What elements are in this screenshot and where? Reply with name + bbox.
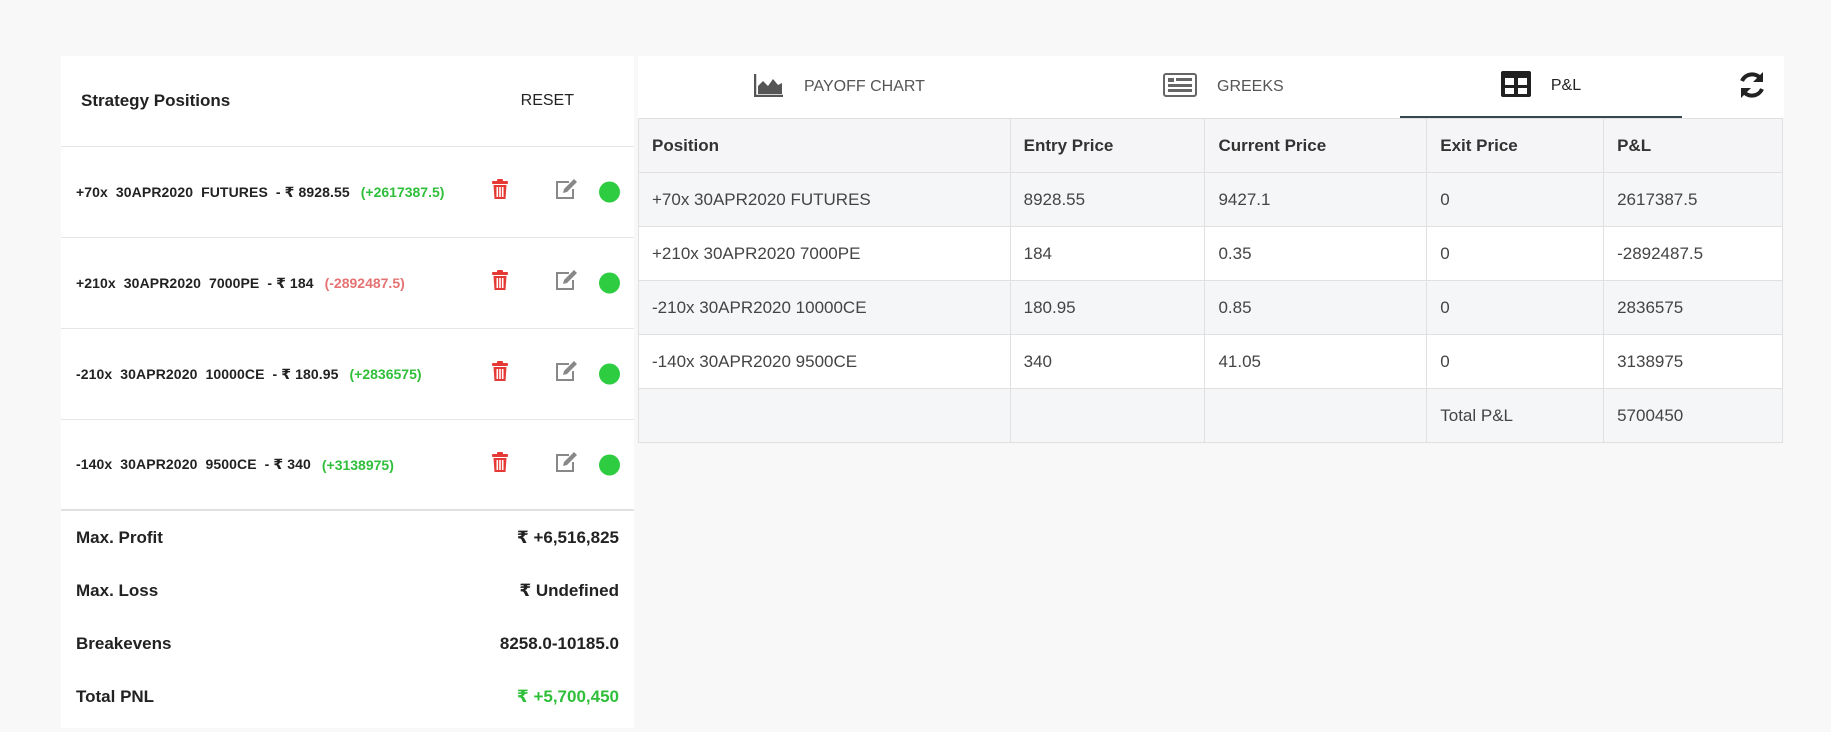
table-cell	[1009, 388, 1206, 443]
delete-icon[interactable]	[491, 361, 509, 387]
table-cell: 3138975	[1603, 334, 1783, 389]
summary-label: Breakevens	[76, 633, 172, 653]
table-cell: -210x 30APR2020 10000CE	[638, 280, 1011, 335]
summary-label: Total PNL	[76, 686, 155, 706]
status-indicator[interactable]	[599, 181, 620, 203]
table-cell: -140x 30APR2020 9500CE	[638, 334, 1011, 389]
summary-value: ₹ +5,700,450	[516, 686, 619, 706]
max-loss-row: Max. Loss ₹ Undefined	[76, 564, 619, 617]
delete-icon[interactable]	[491, 270, 509, 296]
column-header: P&L	[1603, 118, 1783, 173]
strategy-positions-panel: Strategy Positions RESET +70x 30APR2020 …	[61, 56, 634, 728]
position-row: +210x 30APR2020 7000PE - ₹ 184 (-2892487…	[61, 238, 634, 329]
summary-value: 8258.0-10185.0	[499, 633, 619, 653]
position-label: -210x 30APR2020 10000CE - ₹ 180.95	[76, 365, 339, 382]
edit-icon[interactable]	[554, 451, 578, 478]
table-cell: 0	[1426, 226, 1605, 281]
position-row: +70x 30APR2020 FUTURES - ₹ 8928.55 (+261…	[61, 147, 634, 238]
total-pnl-label: Total P&L	[1426, 388, 1605, 443]
delete-icon[interactable]	[491, 179, 509, 205]
position-pnl: (+2617387.5)	[360, 184, 445, 200]
table-cell: 0.85	[1204, 280, 1428, 335]
reset-button[interactable]: RESET	[521, 92, 574, 110]
position-row: -140x 30APR2020 9500CE - ₹ 340 (+3138975…	[61, 420, 634, 511]
tab-pnl[interactable]: P&L	[1400, 56, 1682, 118]
column-header: Exit Price	[1426, 118, 1605, 173]
table-cell: 2617387.5	[1603, 172, 1783, 227]
pnl-table: Position Entry Price Current Price Exit …	[638, 118, 1783, 443]
tab-payoff-chart[interactable]: PAYOFF CHART	[753, 56, 925, 118]
strategy-summary: Max. Profit ₹ +6,516,825 Max. Loss ₹ Und…	[61, 511, 634, 723]
position-pnl: (-2892487.5)	[324, 275, 405, 291]
column-header: Position	[638, 118, 1011, 173]
table-row: -210x 30APR2020 10000CE 180.95 0.85 0 28…	[638, 280, 1783, 335]
position-label: -140x 30APR2020 9500CE - ₹ 340	[76, 456, 311, 472]
breakevens-row: Breakevens 8258.0-10185.0	[76, 617, 619, 670]
table-cell: +70x 30APR2020 FUTURES	[638, 172, 1011, 227]
column-header: Entry Price	[1009, 118, 1206, 173]
table-cell: 0	[1426, 334, 1605, 389]
table-cell: 0	[1426, 172, 1605, 227]
summary-value: ₹ Undefined	[519, 580, 619, 600]
position-label: +70x 30APR2020 FUTURES - ₹ 8928.55	[76, 183, 350, 200]
table-row: +210x 30APR2020 7000PE 184 0.35 0 -28924…	[638, 226, 1783, 281]
delete-icon[interactable]	[491, 451, 509, 478]
tab-label: P&L	[1550, 77, 1582, 94]
table-cell: 0.35	[1204, 226, 1428, 281]
status-indicator[interactable]	[599, 454, 620, 475]
tab-bar: PAYOFF CHART GREEKS P&L	[638, 56, 1784, 118]
position-pnl: (+3138975)	[321, 456, 394, 473]
total-pnl-value: 5700450	[1603, 388, 1783, 443]
max-profit-row: Max. Profit ₹ +6,516,825	[76, 511, 619, 564]
panel-title: Strategy Positions	[81, 91, 231, 110]
table-icon	[1500, 70, 1531, 102]
list-icon	[1163, 72, 1197, 102]
edit-icon[interactable]	[554, 270, 578, 296]
total-pnl-row: Total PNL ₹ +5,700,450	[76, 670, 619, 723]
table-cell: 340	[1009, 334, 1206, 389]
table-cell: +210x 30APR2020 7000PE	[638, 226, 1011, 281]
table-row: +70x 30APR2020 FUTURES 8928.55 9427.1 0 …	[638, 172, 1783, 227]
table-row: -140x 30APR2020 9500CE 340 41.05 0 31389…	[638, 334, 1783, 389]
table-cell	[1204, 388, 1428, 443]
status-indicator[interactable]	[599, 363, 620, 385]
summary-label: Max. Profit	[76, 527, 163, 547]
column-header: Current Price	[1204, 118, 1428, 173]
summary-label: Max. Loss	[76, 580, 159, 600]
tab-greeks[interactable]: GREEKS	[1163, 56, 1284, 118]
table-header-row: Position Entry Price Current Price Exit …	[638, 118, 1783, 173]
table-cell: 180.95	[1009, 280, 1206, 335]
area-chart-icon	[753, 73, 784, 102]
position-label: +210x 30APR2020 7000PE - ₹ 184	[76, 274, 314, 291]
table-cell	[638, 388, 1011, 443]
total-row: Total P&L 5700450	[638, 388, 1783, 443]
table-cell: 41.05	[1204, 334, 1428, 389]
refresh-icon[interactable]	[1736, 69, 1768, 106]
table-cell: 184	[1009, 226, 1206, 281]
table-cell: 8928.55	[1009, 172, 1206, 227]
edit-icon[interactable]	[554, 361, 578, 387]
tab-label: PAYOFF CHART	[804, 78, 925, 95]
position-pnl: (+2836575)	[349, 366, 422, 382]
tab-label: GREEKS	[1217, 78, 1284, 95]
table-cell: -2892487.5	[1603, 226, 1783, 281]
edit-icon[interactable]	[554, 179, 578, 205]
table-cell: 0	[1426, 280, 1605, 335]
status-indicator[interactable]	[599, 272, 620, 294]
panel-header: Strategy Positions RESET	[61, 56, 634, 147]
position-row: -210x 30APR2020 10000CE - ₹ 180.95 (+283…	[61, 329, 634, 420]
summary-value: ₹ +6,516,825	[516, 527, 619, 547]
table-cell: 2836575	[1603, 280, 1783, 335]
table-cell: 9427.1	[1204, 172, 1428, 227]
